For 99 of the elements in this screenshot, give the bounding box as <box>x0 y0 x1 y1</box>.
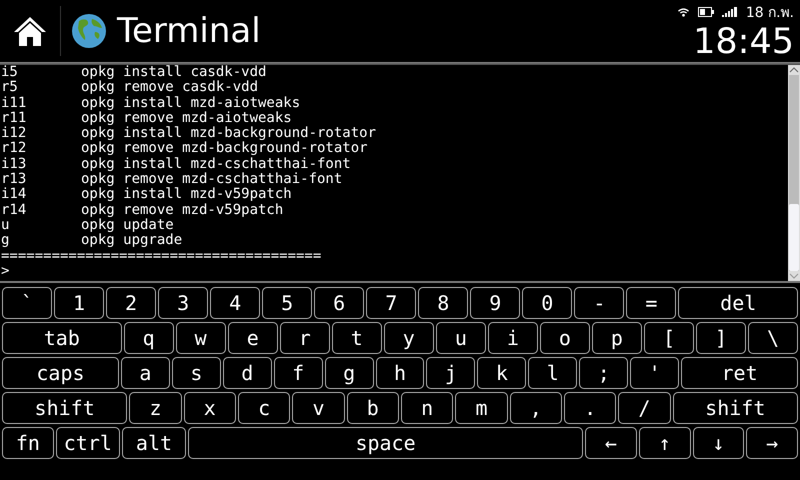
globe-icon <box>71 13 107 49</box>
command-text: opkg update <box>81 216 174 233</box>
keyboard-key[interactable]: x <box>184 392 236 424</box>
battery-icon <box>698 7 714 17</box>
keyboard-key[interactable]: q <box>124 322 174 354</box>
scroll-down-icon[interactable] <box>789 273 799 279</box>
keyboard-key[interactable]: space <box>188 427 584 459</box>
keyboard-key[interactable]: fn <box>2 427 54 459</box>
keyboard-key[interactable]: n <box>400 392 454 424</box>
keyboard-key[interactable]: caps <box>2 357 119 389</box>
keyboard-key[interactable]: o <box>540 322 590 354</box>
home-icon[interactable] <box>12 15 48 47</box>
command-key: i5 <box>1 65 81 80</box>
keyboard-key[interactable]: l <box>528 357 578 389</box>
keyboard-key[interactable]: c <box>238 392 290 424</box>
wifi-icon <box>676 6 690 18</box>
keyboard-key[interactable]: b <box>346 392 399 424</box>
keyboard-key[interactable]: 5 <box>262 287 312 319</box>
prompt[interactable]: > <box>1 262 10 279</box>
scroll-thumb[interactable] <box>789 204 799 271</box>
scrollbar[interactable] <box>788 65 800 281</box>
keyboard-key[interactable]: i <box>488 322 538 354</box>
keyboard-key[interactable]: 4 <box>210 287 260 319</box>
keyboard-key[interactable]: w <box>176 322 226 354</box>
keyboard-key[interactable]: m <box>455 392 508 424</box>
keyboard-key[interactable]: → <box>746 427 798 459</box>
scroll-up-icon[interactable] <box>789 67 799 73</box>
keyboard-key[interactable]: k <box>477 357 526 389</box>
keyboard-key[interactable]: ctrl <box>56 427 120 459</box>
command-key: i13 <box>1 156 81 172</box>
keyboard-key[interactable]: 8 <box>418 287 468 319</box>
command-key: r12 <box>1 141 81 157</box>
keyboard-key[interactable]: s <box>172 357 221 389</box>
keyboard-key[interactable]: alt <box>122 427 186 459</box>
keyboard-key[interactable]: - <box>574 287 624 319</box>
keyboard-key[interactable]: u <box>436 322 486 354</box>
keyboard-key[interactable]: j <box>426 357 476 389</box>
command-text: opkg install mzd-aiotweaks <box>81 94 300 111</box>
command-text: opkg install mzd-cschatthai-font <box>81 156 351 172</box>
command-key: u <box>1 218 81 234</box>
keyboard-key[interactable]: a <box>120 357 170 389</box>
keyboard-key[interactable]: d <box>222 357 272 389</box>
keyboard-key[interactable]: [ <box>644 322 694 354</box>
keyboard-key[interactable]: 6 <box>314 287 364 319</box>
keyboard-key[interactable]: . <box>564 392 616 424</box>
app-title: Terminal <box>117 11 261 51</box>
keyboard-key[interactable]: h <box>376 357 424 389</box>
command-text: opkg install mzd-v59patch <box>81 186 292 202</box>
keyboard-key[interactable]: 7 <box>366 287 416 319</box>
keyboard-key[interactable]: ' <box>630 357 680 389</box>
keyboard-key[interactable]: z <box>129 392 182 424</box>
command-text: opkg remove mzd-v59patch <box>81 202 284 218</box>
keyboard-key[interactable]: 1 <box>54 287 104 319</box>
keyboard-key[interactable]: f <box>274 357 323 389</box>
keyboard-key[interactable]: ↑ <box>638 427 690 459</box>
keyboard-key[interactable]: = <box>626 287 676 319</box>
keyboard-key[interactable]: shift <box>2 392 128 424</box>
signal-icon <box>722 7 738 17</box>
command-text: opkg remove mzd-background-rotator <box>81 140 368 156</box>
keyboard-key[interactable]: ret <box>681 357 798 389</box>
command-key: i12 <box>1 126 81 142</box>
keyboard-key[interactable]: 3 <box>158 287 208 319</box>
keyboard-key[interactable]: 0 <box>522 287 572 319</box>
separator-line: ====================================== <box>1 248 322 264</box>
command-text: opkg install casdk-vdd <box>81 65 266 80</box>
keyboard-key[interactable]: y <box>384 322 434 354</box>
command-key: r13 <box>1 172 81 188</box>
keyboard-key[interactable]: 9 <box>470 287 520 319</box>
keyboard-key[interactable]: e <box>228 322 278 354</box>
command-key: g <box>1 233 81 249</box>
keyboard-key[interactable]: / <box>618 392 671 424</box>
keyboard-key[interactable]: tab <box>2 322 122 354</box>
keyboard-key[interactable]: shift <box>672 392 798 424</box>
keyboard-key[interactable]: 2 <box>106 287 156 319</box>
date-text: 18 ก.พ. <box>746 4 794 23</box>
keyboard-key[interactable]: ↓ <box>692 427 744 459</box>
keyboard-key[interactable]: ` <box>2 287 52 319</box>
command-text: opkg install mzd-background-rotator <box>81 125 376 142</box>
command-key: i14 <box>1 187 81 203</box>
clock-text: 18:45 <box>693 23 794 61</box>
keyboard-key[interactable]: r <box>280 322 330 354</box>
keyboard-key[interactable]: t <box>332 322 382 354</box>
keyboard-key[interactable]: \ <box>748 322 798 354</box>
command-key: r14 <box>1 202 81 218</box>
command-text: opkg remove mzd-aiotweaks <box>81 110 292 126</box>
keyboard-key[interactable]: ← <box>585 427 637 459</box>
keyboard-key[interactable]: p <box>592 322 642 354</box>
keyboard-key[interactable]: ] <box>696 322 746 354</box>
keyboard-key[interactable]: , <box>510 392 562 424</box>
keyboard-key[interactable]: g <box>324 357 374 389</box>
command-text: opkg remove casdk-vdd <box>81 79 258 96</box>
command-text: opkg remove mzd-cschatthai-font <box>81 171 342 188</box>
keyboard-key[interactable]: del <box>678 287 798 319</box>
command-key: i11 <box>1 96 81 111</box>
command-text: opkg upgrade <box>81 232 182 248</box>
command-key: r5 <box>1 80 81 96</box>
keyboard-key[interactable]: ; <box>579 357 628 389</box>
keyboard-key[interactable]: v <box>292 392 345 424</box>
command-key: r11 <box>1 110 81 126</box>
